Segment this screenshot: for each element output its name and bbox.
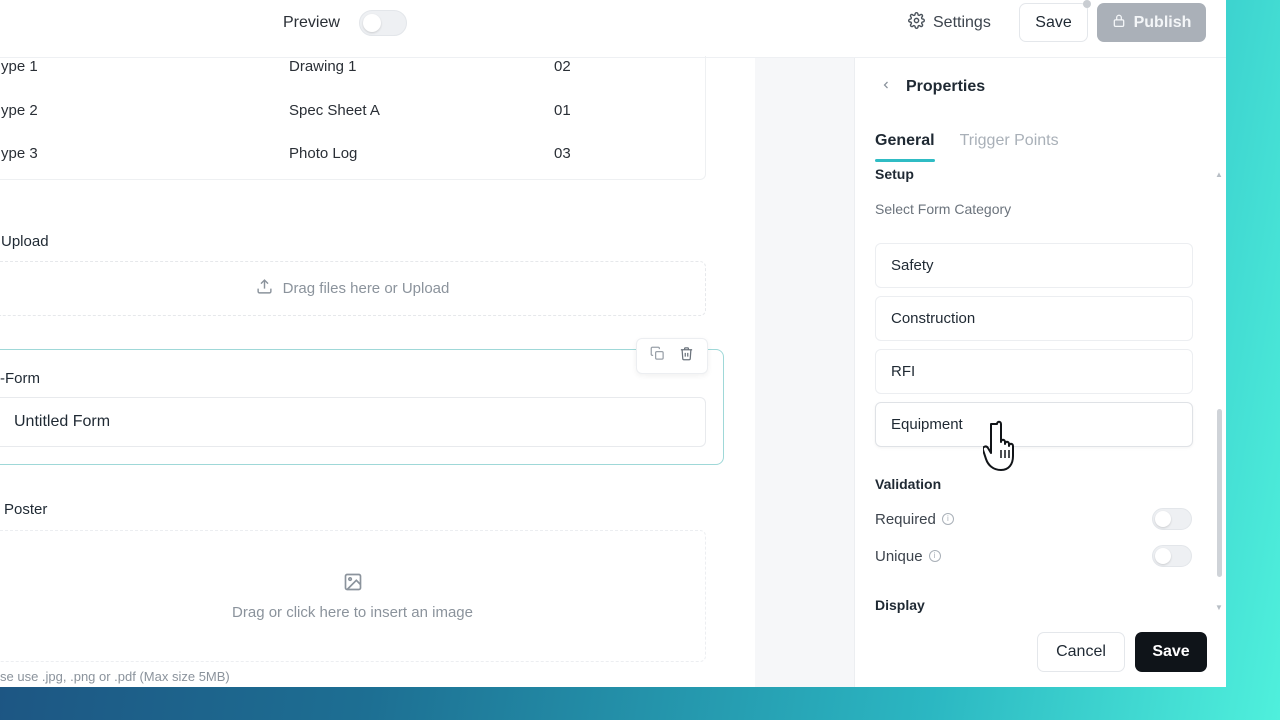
display-heading: Display [875, 597, 925, 613]
image-dropzone[interactable]: Drag or click here to insert an image [0, 530, 706, 662]
category-option-construction[interactable]: Construction [875, 296, 1193, 341]
category-option-equipment[interactable]: Equipment [875, 402, 1193, 447]
form-builder-window: Preview Settings Save Publish ype 1 Draw… [0, 0, 1226, 687]
image-drop-text: Drag or click here to insert an image [232, 603, 473, 621]
status-dot [1083, 0, 1091, 8]
info-icon: i [928, 550, 941, 562]
save-button[interactable]: Save [1135, 632, 1207, 672]
table-cell-type: ype 2 [1, 102, 38, 119]
preview-label: Preview [283, 14, 340, 31]
tab-trigger-points[interactable]: Trigger Points [960, 132, 1059, 162]
table-cell-document: Drawing 1 [289, 58, 357, 75]
copy-icon[interactable] [650, 346, 665, 366]
panel-scrollbar[interactable] [1217, 409, 1222, 577]
upload-icon [256, 278, 273, 299]
table-card: ype 1 Drawing 1 02 ype 2 Spec Sheet A 01… [0, 56, 706, 180]
table-cell-number: 03 [554, 145, 571, 162]
category-option-label: RFI [891, 363, 916, 380]
cancel-button[interactable]: Cancel [1037, 632, 1125, 672]
panel-title: Properties [906, 78, 986, 95]
category-option-safety[interactable]: Safety [875, 243, 1193, 288]
category-option-label: Equipment [891, 416, 963, 433]
lock-icon [1112, 13, 1126, 33]
poster-label: Poster [4, 501, 48, 518]
preview-toggle-knob [363, 14, 381, 32]
chevron-left-icon[interactable] [880, 78, 892, 96]
required-toggle[interactable] [1152, 508, 1192, 530]
table-cell-number: 02 [554, 58, 571, 75]
subform-field[interactable]: Untitled Form [0, 397, 706, 447]
publish-button[interactable]: Publish [1097, 3, 1206, 42]
category-label: Select Form Category [875, 201, 1012, 217]
form-canvas: ype 1 Drawing 1 02 ype 2 Spec Sheet A 01… [0, 56, 755, 687]
table-cell-number: 01 [554, 102, 571, 119]
subform-value: Untitled Form [14, 413, 111, 430]
file-type-hint: se use .jpg, .png or .pdf (Max size 5MB) [0, 669, 230, 684]
canvas-gutter [755, 58, 855, 687]
validation-unique-label: Unique [875, 547, 923, 565]
settings-button[interactable]: Settings [908, 10, 991, 36]
subform-label: -Form [0, 370, 40, 387]
required-toggle-knob [1155, 511, 1171, 527]
panel-header: Properties [880, 78, 985, 96]
save-button-top[interactable]: Save [1019, 3, 1088, 42]
table-row[interactable]: ype 1 Drawing 1 02 [0, 58, 707, 88]
publish-label: Publish [1133, 13, 1192, 31]
table-cell-document: Photo Log [289, 145, 358, 162]
properties-panel: Properties General Trigger Points Setup … [856, 58, 1226, 687]
trash-icon[interactable] [679, 346, 694, 366]
settings-label: Settings [933, 14, 991, 31]
preview-toggle[interactable] [359, 10, 407, 36]
setup-heading: Setup [875, 166, 914, 182]
subform-toolbar [636, 338, 708, 374]
validation-heading: Validation [875, 476, 942, 492]
table-cell-type: ype 3 [1, 145, 38, 162]
scroll-up-arrow-icon[interactable]: ▲ [1215, 170, 1223, 179]
unique-toggle-knob [1155, 548, 1171, 564]
upload-dropzone[interactable]: Drag files here or Upload [0, 261, 706, 316]
validation-required-label: Required [875, 510, 936, 528]
gear-icon [908, 12, 925, 34]
table-row[interactable]: ype 3 Photo Log 03 [0, 145, 707, 175]
table-cell-type: ype 1 [1, 58, 38, 75]
info-icon: i [941, 513, 954, 525]
category-option-rfi[interactable]: RFI [875, 349, 1193, 394]
table-row[interactable]: ype 2 Spec Sheet A 01 [0, 102, 707, 132]
scroll-down-arrow-icon[interactable]: ▼ [1215, 603, 1223, 612]
properties-tabs: General Trigger Points [875, 132, 1059, 162]
tab-general[interactable]: General [875, 132, 935, 162]
upload-label: Upload [1, 233, 49, 250]
unique-toggle[interactable] [1152, 545, 1192, 567]
upload-drop-text: Drag files here or Upload [282, 280, 450, 297]
top-bar: Preview Settings Save Publish [0, 0, 1226, 58]
hand-pointer-icon [981, 418, 1025, 479]
category-option-label: Construction [891, 310, 976, 327]
table-cell-document: Spec Sheet A [289, 102, 380, 119]
image-icon [343, 572, 363, 596]
category-option-label: Safety [891, 257, 934, 274]
